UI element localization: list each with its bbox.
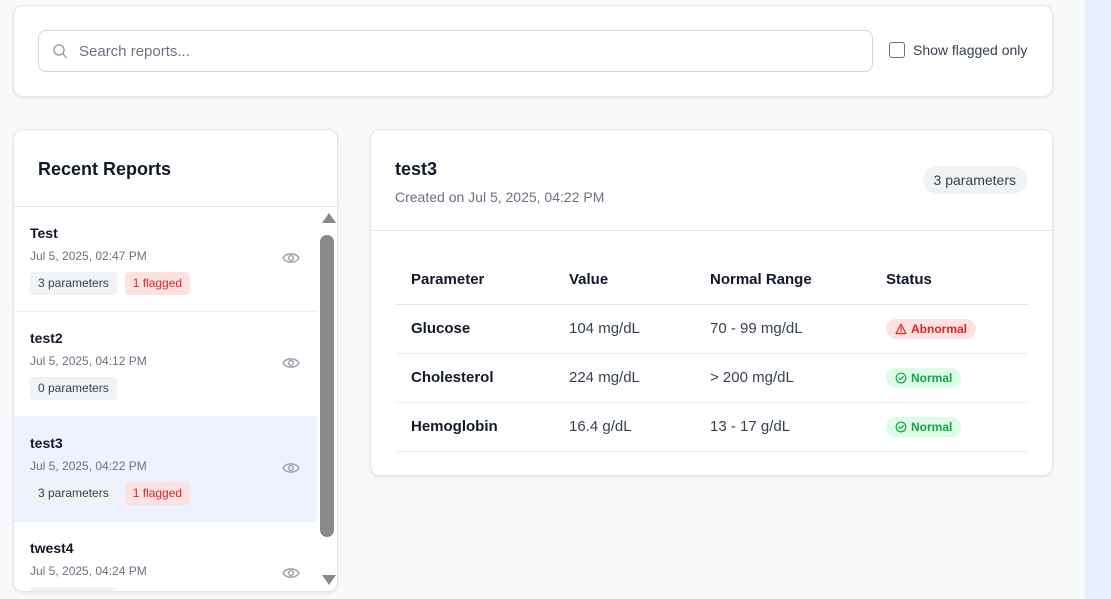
report-date: Jul 5, 2025, 04:12 PM — [30, 354, 147, 368]
parameter-name: Hemoglobin — [395, 402, 553, 452]
column-header: Status — [870, 256, 1029, 305]
status-label: Normal — [911, 419, 953, 434]
flagged-filter-label[interactable]: Show flagged only — [913, 42, 1027, 58]
search-box[interactable] — [38, 30, 873, 72]
parameter-value: 16.4 g/dL — [553, 402, 694, 452]
column-header: Value — [553, 256, 694, 305]
parameter-count-badge — [30, 587, 116, 591]
normal-range: > 200 mg/dL — [694, 353, 870, 403]
column-header: Normal Range — [694, 256, 870, 305]
report-item[interactable]: test2 Jul 5, 2025, 04:12 PM 0 parameters — [14, 312, 317, 417]
status-badge-normal: Normal — [886, 367, 962, 388]
report-date: Jul 5, 2025, 04:22 PM — [30, 459, 147, 473]
parameter-count-badge: 3 parameters — [922, 166, 1027, 194]
parameter-count-badge: 3 parameters — [30, 272, 117, 295]
flagged-badge: 1 flagged — [124, 482, 191, 505]
check-circle-icon — [895, 372, 907, 383]
report-created-date: Created on Jul 5, 2025, 04:22 PM — [395, 189, 605, 205]
parameter-value: 224 mg/dL — [553, 353, 694, 403]
table-row: Hemoglobin 16.4 g/dL 13 - 17 g/dL Normal — [395, 402, 1029, 452]
reports-list-panel: Recent Reports Test Jul 5, 2025, 02:47 P… — [13, 129, 338, 592]
search-icon — [53, 44, 68, 59]
reports-list-title: Recent Reports — [38, 159, 172, 179]
flagged-filter[interactable]: Show flagged only — [889, 42, 1027, 58]
results-table: Parameter Value Normal Range Status Gluc… — [395, 256, 1029, 452]
table-row: Cholesterol 224 mg/dL > 200 mg/dL Normal — [395, 353, 1029, 403]
eye-icon[interactable] — [282, 566, 300, 580]
scroll-thumb[interactable] — [320, 235, 334, 537]
eye-icon[interactable] — [282, 251, 300, 265]
flagged-badge: 1 flagged — [124, 272, 191, 295]
divider — [371, 230, 1054, 231]
check-circle-icon — [895, 421, 907, 432]
scroll-up-arrow[interactable] — [322, 213, 336, 223]
eye-icon[interactable] — [282, 356, 300, 370]
normal-range: 70 - 99 mg/dL — [694, 304, 870, 354]
eye-icon[interactable] — [282, 461, 300, 475]
status-label: Normal — [911, 370, 953, 385]
warning-triangle-icon — [895, 323, 907, 334]
report-name: Test — [30, 225, 58, 241]
report-item-selected[interactable]: test3 Jul 5, 2025, 04:22 PM 3 parameters… — [14, 417, 317, 522]
status-badge-abnormal: Abnormal — [886, 318, 977, 339]
side-strip — [1085, 0, 1111, 599]
report-date: Jul 5, 2025, 04:24 PM — [30, 564, 147, 578]
flagged-checkbox[interactable] — [889, 42, 905, 58]
report-name: test2 — [30, 330, 63, 346]
report-item[interactable]: Test Jul 5, 2025, 02:47 PM 3 parameters … — [14, 207, 317, 312]
search-input[interactable] — [79, 31, 859, 71]
report-date: Jul 5, 2025, 02:47 PM — [30, 249, 147, 263]
parameter-count-badge: 3 parameters — [30, 482, 117, 505]
report-item[interactable]: twest4 Jul 5, 2025, 04:24 PM — [14, 522, 317, 591]
report-detail-panel: test3 Created on Jul 5, 2025, 04:22 PM 3… — [370, 129, 1054, 476]
parameter-count-badge: 0 parameters — [30, 377, 117, 400]
parameter-name: Glucose — [395, 304, 553, 354]
column-header: Parameter — [395, 256, 553, 305]
status-badge-normal: Normal — [886, 416, 962, 437]
report-title: test3 — [395, 159, 438, 179]
table-row: Glucose 104 mg/dL 70 - 99 mg/dL Abnormal — [395, 304, 1029, 354]
table-header-row: Parameter Value Normal Range Status — [395, 256, 1029, 305]
report-name: test3 — [30, 435, 63, 451]
list-scrollbar[interactable] — [318, 207, 337, 591]
search-panel: Show flagged only — [13, 5, 1053, 97]
status-label: Abnormal — [911, 321, 968, 336]
normal-range: 13 - 17 g/dL — [694, 402, 870, 452]
report-name: twest4 — [30, 540, 74, 556]
parameter-name: Cholesterol — [395, 353, 553, 403]
reports-list: Test Jul 5, 2025, 02:47 PM 3 parameters … — [14, 207, 317, 591]
parameter-value: 104 mg/dL — [553, 304, 694, 354]
scroll-down-arrow[interactable] — [322, 575, 336, 585]
